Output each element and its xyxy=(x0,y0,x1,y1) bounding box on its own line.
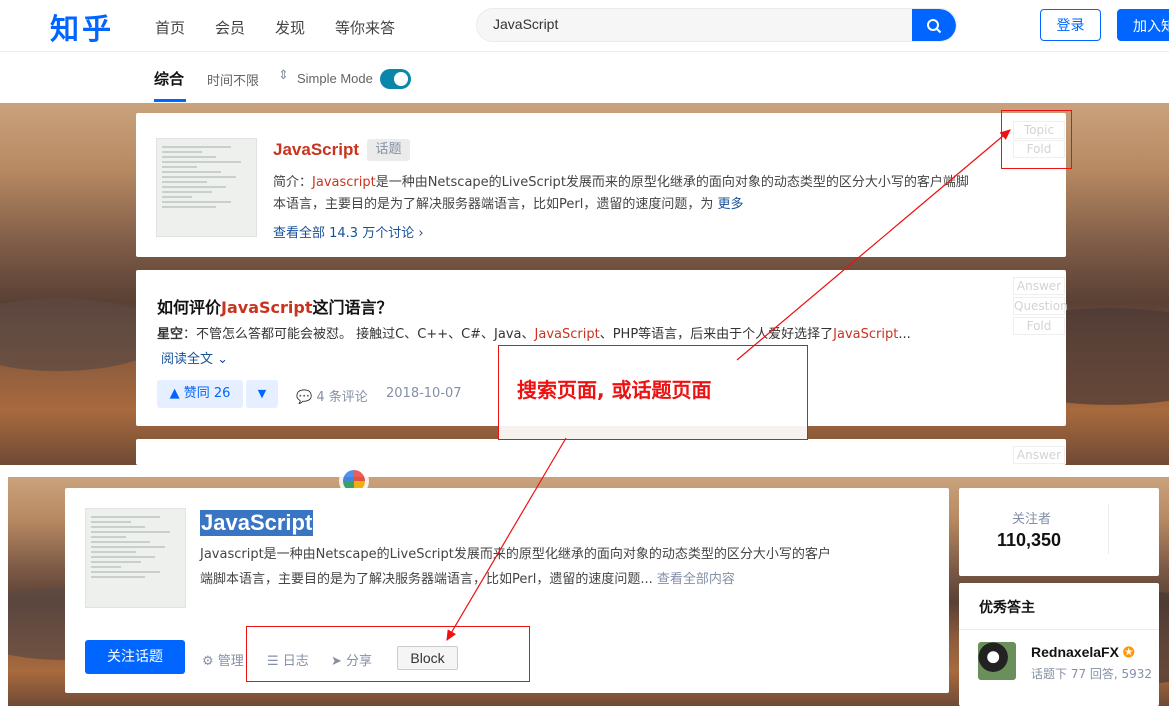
tab-all[interactable]: 综合 xyxy=(154,68,184,89)
topic-page-thumbnail xyxy=(85,508,186,608)
intro-highlight: Javascript xyxy=(312,175,376,190)
top-header: 知乎 首页 会员 发现 等你来答 登录 加入知乎 xyxy=(0,0,1169,52)
search-box xyxy=(476,8,957,42)
search-icon xyxy=(927,19,942,34)
topic-desc-line2: 端脚本语言，主要目的是为了解决服务器端语言，比如Perl，遗留的速度问题... xyxy=(200,572,653,587)
downvote-button[interactable]: ▼ xyxy=(246,380,278,408)
ghost-fold-button-2[interactable]: Fold xyxy=(1013,317,1065,335)
more-link[interactable]: 更多 xyxy=(717,197,743,212)
annotation-text: 搜索页面, 或话题页面 xyxy=(517,378,712,402)
ghost-answer-button-3[interactable]: Answer xyxy=(1013,446,1065,464)
annotation-box-topic-fold xyxy=(1001,110,1072,169)
updown-icon: ⇕ xyxy=(278,68,289,83)
followers-label: 关注者 xyxy=(1012,512,1052,527)
badge-icon: ✪ xyxy=(1122,644,1135,660)
time-filter[interactable]: 时间不限 xyxy=(207,70,259,89)
login-button[interactable]: 登录 xyxy=(1040,9,1101,41)
gear-icon: ⚙ xyxy=(202,654,214,669)
answer-author: 星空 xyxy=(157,327,184,342)
simple-mode-toggle[interactable] xyxy=(380,69,411,89)
intro-line1: 是一种由Netscape的LiveScript发展而来的原型化继承的面向对象的动… xyxy=(375,175,969,190)
divider xyxy=(1108,504,1109,554)
upvote-button[interactable]: ▲ 赞同 26 xyxy=(157,380,243,408)
simple-mode-label: Simple Mode xyxy=(297,71,373,86)
follow-topic-button[interactable]: 关注话题 xyxy=(85,640,185,674)
topic-title[interactable]: JavaScript xyxy=(273,140,359,160)
best-answerers-card: 优秀答主 RednaxelaFX ✪ 话题下 77 回答, 5932 xyxy=(959,583,1159,706)
topic-badge: 话题 xyxy=(367,139,410,161)
ghost-answer-button[interactable]: Answer xyxy=(1013,277,1065,295)
followers-count: 110,350 xyxy=(997,530,1062,550)
avatar[interactable] xyxy=(978,642,1016,680)
topic-page-title: JavaScript xyxy=(200,510,314,536)
user-name[interactable]: RednaxelaFX ✪ xyxy=(1031,644,1135,661)
annotation-box-toolbar xyxy=(246,626,530,682)
discussion-link[interactable]: 查看全部 14.3 万个讨论 › xyxy=(273,222,424,241)
manage-button[interactable]: ⚙ 管理 xyxy=(202,650,244,669)
intro-line2: 本语言，主要目的是为了解决服务器端语言，比如Perl，遗留的速度问题，为 xyxy=(273,197,714,212)
nav-home[interactable]: 首页 xyxy=(155,17,185,38)
question-title[interactable]: 如何评价JavaScript这门语言？ xyxy=(157,294,393,318)
read-more-link[interactable]: 阅读全文 ⌄ xyxy=(161,348,228,367)
topic-result-card: JavaScript 话题 简介：Javascript是一种由Netscape的… xyxy=(136,113,1066,257)
filter-bar: 综合 时间不限 ⇕ Simple Mode xyxy=(0,52,1169,103)
intro-prefix: 简介： xyxy=(273,175,313,190)
comment-icon: 💬 xyxy=(296,390,313,405)
ghost-question-button[interactable]: Question xyxy=(1013,297,1068,315)
nav-vip[interactable]: 会员 xyxy=(215,17,245,38)
triangle-down-icon: ▼ xyxy=(257,387,267,400)
search-button[interactable] xyxy=(912,9,956,41)
nav-waiting[interactable]: 等你来答 xyxy=(335,17,395,38)
tab-active-indicator xyxy=(154,99,186,102)
answer-date: 2018-10-07 xyxy=(386,386,462,401)
answer-excerpt[interactable]: 星空：不管怎么答都可能会被怼。 接触过C、C++、C#、Java、JavaScr… xyxy=(157,323,911,342)
third-result-card: Answer xyxy=(136,439,1066,465)
zhihu-logo[interactable]: 知乎 xyxy=(50,6,114,48)
annotation-callout: 搜索页面, 或话题页面 xyxy=(498,345,808,440)
chevron-down-icon: ⌄ xyxy=(217,352,229,367)
divider-2 xyxy=(959,629,1159,630)
followers-card: 关注者 110,350 xyxy=(959,488,1159,576)
topic-thumbnail[interactable] xyxy=(156,138,257,237)
view-all-link[interactable]: 查看全部内容 xyxy=(657,572,735,587)
topic-desc-line1: Javascript是一种由Netscape的LiveScript发展而来的原型… xyxy=(200,547,831,562)
join-button[interactable]: 加入知乎 xyxy=(1117,9,1169,41)
search-input[interactable] xyxy=(493,16,893,32)
nav-discover[interactable]: 发现 xyxy=(275,17,305,38)
best-answerers-title: 优秀答主 xyxy=(979,600,1035,616)
user-stats: 话题下 77 回答, 5932 xyxy=(1031,667,1153,681)
comments-button[interactable]: 💬 4 条评论 xyxy=(296,386,368,405)
